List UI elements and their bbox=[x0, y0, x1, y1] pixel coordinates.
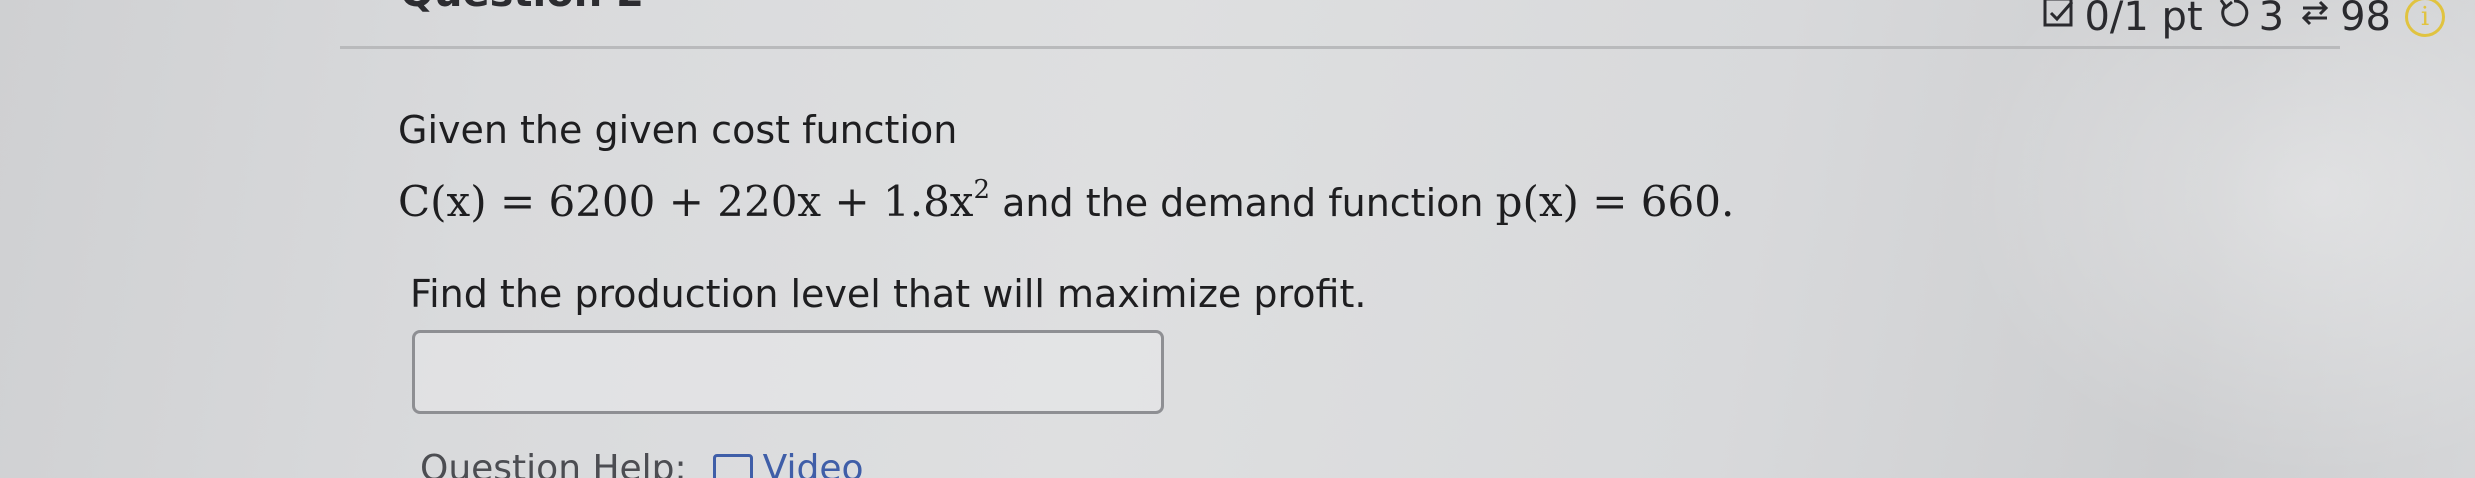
status-bar: 0/1 pt 3 98 i bbox=[2042, 0, 2445, 40]
question-title: Question 2 bbox=[400, 0, 644, 16]
question-connector: and the demand function bbox=[1002, 181, 1484, 225]
question-help: Question Help: Video bbox=[420, 448, 864, 478]
submissions-count: 98 bbox=[2340, 0, 2391, 40]
submissions-status: 98 bbox=[2298, 0, 2391, 40]
question-help-label: Question Help: bbox=[420, 448, 687, 478]
info-icon[interactable]: i bbox=[2405, 0, 2445, 37]
question-text: Given the given cost function C(x) = 620… bbox=[398, 100, 1734, 233]
checkbox-icon bbox=[2042, 0, 2076, 40]
header-divider bbox=[340, 46, 2340, 49]
demand-function: p(x) = 660. bbox=[1495, 177, 1735, 226]
video-help-label: Video bbox=[762, 448, 864, 478]
answer-input[interactable] bbox=[412, 330, 1164, 414]
question-prompt: Find the production level that will maxi… bbox=[410, 272, 1367, 316]
video-icon bbox=[712, 453, 753, 478]
retry-icon bbox=[2217, 0, 2251, 40]
cost-function: C(x) = 6200 + 220x + 1.8x2 bbox=[398, 175, 991, 226]
sync-icon bbox=[2298, 0, 2332, 40]
screen-glare bbox=[1955, 0, 2475, 478]
points-label: 0/1 pt bbox=[2084, 0, 2203, 40]
points-status: 0/1 pt bbox=[2042, 0, 2203, 40]
question-intro: Given the given cost function bbox=[398, 108, 958, 152]
cost-exponent: 2 bbox=[973, 175, 991, 205]
retries-count: 3 bbox=[2258, 0, 2285, 40]
question-equation-line: C(x) = 6200 + 220x + 1.8x2 and the deman… bbox=[398, 160, 1734, 233]
video-help-link[interactable]: Video bbox=[712, 448, 864, 478]
retries-status: 3 bbox=[2217, 0, 2284, 40]
